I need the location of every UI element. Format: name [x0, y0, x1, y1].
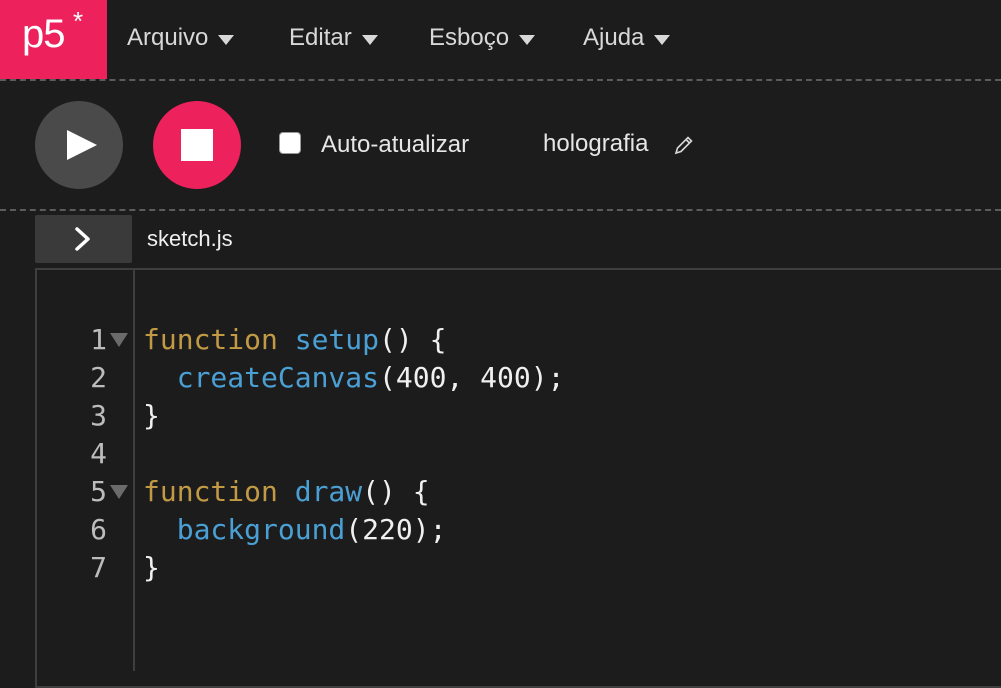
sketch-name[interactable]: holografia	[543, 130, 648, 158]
play-icon	[67, 130, 97, 160]
code-line: createCanvas(400, 400);	[143, 361, 565, 399]
play-button[interactable]	[35, 101, 123, 189]
menu-label: Editar	[289, 24, 352, 51]
code-text: () {	[379, 323, 447, 356]
function-name: background	[176, 513, 346, 546]
keyword: function	[143, 475, 278, 508]
line-number: 5	[90, 475, 107, 508]
top-nav: p5 * Arquivo Editar Esboço Ajuda	[0, 0, 1001, 79]
line-number: 7	[90, 551, 107, 584]
auto-refresh-label[interactable]: Auto-atualizar	[321, 131, 469, 159]
caret-down-icon	[361, 35, 378, 45]
menu-esboco[interactable]: Esboço	[429, 24, 536, 52]
stop-icon	[181, 129, 213, 161]
menu-ajuda[interactable]: Ajuda	[583, 24, 671, 52]
line-number: 3	[90, 399, 107, 432]
caret-down-icon	[519, 35, 536, 45]
keyword: function	[143, 323, 278, 356]
toolbar-divider	[0, 209, 1001, 211]
chevron-right-icon	[75, 227, 90, 251]
code-line: }	[143, 399, 160, 432]
nav-divider	[0, 79, 1001, 81]
auto-refresh-checkbox[interactable]	[279, 132, 301, 154]
expand-sidebar-button[interactable]	[35, 215, 132, 263]
line-number: 4	[90, 437, 107, 470]
logo-text: p5	[22, 12, 65, 56]
p5-logo[interactable]: p5 *	[0, 0, 107, 79]
menu-editar[interactable]: Editar	[289, 24, 378, 52]
logo-star: *	[73, 6, 84, 36]
function-name: setup	[294, 323, 380, 356]
line-number: 6	[90, 513, 107, 546]
menu-label: Ajuda	[583, 24, 645, 51]
function-name: draw	[294, 475, 363, 508]
menu-arquivo[interactable]: Arquivo	[127, 24, 235, 52]
menu-label: Esboço	[429, 24, 510, 51]
pencil-icon[interactable]	[673, 134, 695, 156]
code-text: () {	[362, 475, 430, 508]
line-number: 2	[90, 361, 107, 394]
caret-down-icon	[218, 35, 235, 45]
fold-arrow-icon[interactable]	[110, 333, 128, 347]
stop-button[interactable]	[153, 101, 241, 189]
code-line: background(220);	[143, 513, 447, 551]
code-text: (400, 400);	[379, 361, 565, 394]
caret-down-icon	[654, 35, 671, 45]
code-line: function draw() {	[143, 475, 430, 513]
code-text: (220);	[345, 513, 447, 546]
file-name[interactable]: sketch.js	[147, 226, 233, 252]
fold-arrow-icon[interactable]	[110, 485, 128, 499]
code-line: function setup() {	[143, 323, 446, 361]
menu-label: Arquivo	[127, 24, 209, 51]
function-name: createCanvas	[176, 361, 380, 394]
line-number: 1	[90, 323, 107, 356]
code-line: }	[143, 551, 160, 584]
gutter-divider	[133, 268, 135, 671]
